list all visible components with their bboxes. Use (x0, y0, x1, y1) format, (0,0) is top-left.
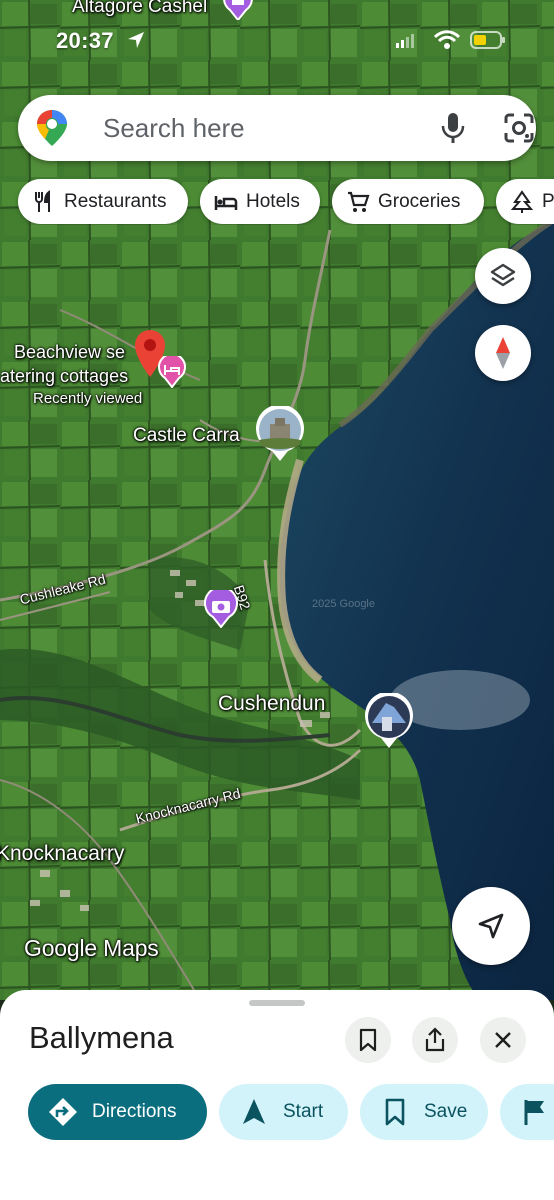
drag-handle[interactable] (249, 1000, 305, 1006)
action-buttons: Directions Start Save (0, 1084, 554, 1142)
start-button[interactable]: Start (219, 1084, 348, 1140)
chip-label: Restaurants (64, 190, 167, 212)
chip-groceries[interactable]: Groceries (332, 179, 484, 224)
chip-label: Pa (542, 190, 554, 212)
attraction-pin-camera[interactable] (204, 586, 238, 629)
hotel-icon (158, 353, 186, 389)
hotel-pin[interactable] (158, 353, 186, 389)
photo-thumbnail-icon (365, 691, 413, 748)
status-time: 20:37 (56, 28, 114, 53)
bookmark-icon (385, 1098, 405, 1126)
castle-photo-icon (256, 404, 304, 461)
status-bar: 20:37 (0, 26, 554, 58)
satellite-map[interactable]: 20:37 Altagore Cashel Search here Restau… (0, 0, 554, 1000)
start-label: Start (283, 1101, 324, 1122)
close-button[interactable] (480, 1017, 526, 1063)
share-button[interactable] (412, 1017, 458, 1063)
directions-button[interactable]: Directions (28, 1084, 207, 1140)
compass-icon (496, 337, 510, 369)
chip-label: Hotels (246, 190, 300, 212)
share-icon (425, 1027, 445, 1052)
chip-restaurants[interactable]: Restaurants (18, 179, 188, 224)
place-title: Ballymena (29, 1020, 174, 1055)
chip-parks[interactable]: Pa (496, 179, 554, 224)
layers-button[interactable] (475, 248, 531, 304)
save-icon-button[interactable] (345, 1017, 391, 1063)
place-label-beachview-line1[interactable]: Beachview se (14, 342, 125, 363)
save-label: Save (424, 1101, 468, 1122)
camera-icon (204, 586, 238, 629)
close-icon (495, 1032, 511, 1048)
navigation-arrow-icon (478, 913, 504, 939)
place-label-cushendun[interactable]: Cushendun (218, 692, 325, 716)
chip-hotels[interactable]: Hotels (200, 179, 320, 224)
my-location-button[interactable] (452, 887, 530, 965)
photo-pin[interactable] (364, 691, 414, 749)
category-chips: Restaurants Hotels Groceries Pa (0, 179, 554, 225)
bed-icon (214, 195, 238, 210)
recently-viewed-label: Recently viewed (33, 390, 143, 407)
google-lens-icon[interactable] (502, 111, 536, 145)
battery-icon (470, 31, 505, 49)
place-label-knocknacarry[interactable]: Knocknacarry (0, 842, 124, 866)
imagery-credit: 2025 Google (312, 598, 375, 610)
castle-icon (223, 0, 253, 22)
navigation-arrow-icon (243, 1099, 265, 1124)
search-bar[interactable]: Search here (18, 95, 536, 161)
cellular-signal-icon (396, 34, 414, 48)
bookmark-icon (359, 1028, 377, 1052)
wifi-icon (434, 30, 460, 49)
fork-knife-icon (35, 189, 50, 212)
place-label-beachview-line2[interactable]: atering cottages (0, 366, 128, 387)
directions-label: Directions (92, 1101, 177, 1122)
location-arrow-icon (128, 32, 144, 48)
place-label-castle-carra[interactable]: Castle Carra (133, 425, 240, 447)
compass-button[interactable] (475, 325, 531, 381)
google-maps-watermark: Google Maps (24, 935, 159, 961)
layers-icon (490, 263, 516, 287)
flag-button[interactable] (500, 1084, 554, 1140)
castle-photo-pin[interactable] (255, 404, 305, 462)
microphone-icon[interactable] (438, 111, 468, 145)
place-label-altagore[interactable]: Altagore Cashel (72, 0, 207, 18)
attraction-pin[interactable] (222, 0, 254, 22)
save-button[interactable]: Save (360, 1084, 488, 1140)
search-input[interactable]: Search here (103, 113, 245, 144)
directions-icon (49, 1098, 77, 1126)
cart-icon (348, 191, 370, 212)
tree-icon (510, 189, 534, 213)
flag-icon (524, 1100, 544, 1125)
google-maps-logo-icon (37, 110, 67, 146)
place-bottom-sheet[interactable]: Ballymena Directions Start Save (0, 990, 554, 1200)
chip-label: Groceries (378, 190, 461, 212)
